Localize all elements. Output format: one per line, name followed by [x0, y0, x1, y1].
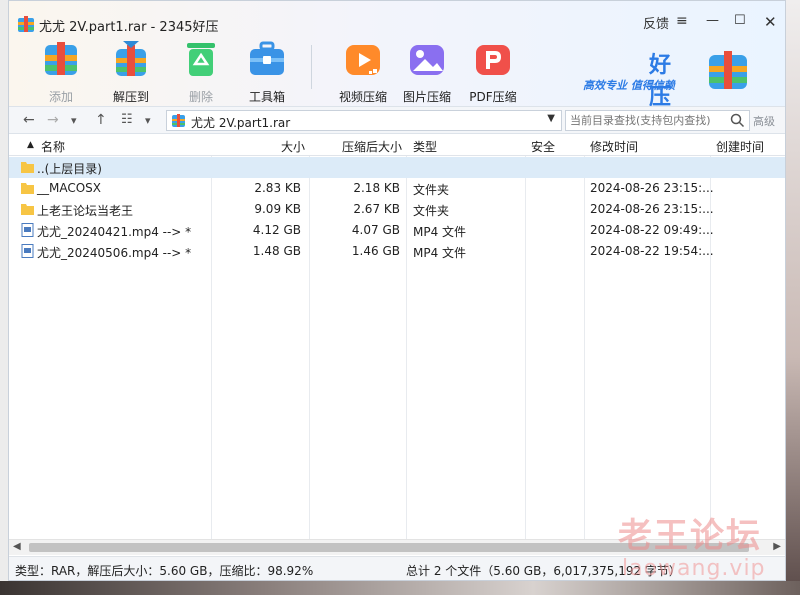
add-button[interactable]: 添加 [31, 39, 91, 105]
file-name: 尤尤_20240421.mp4 --> * [37, 225, 192, 239]
brand-logo-icon [709, 51, 747, 89]
forward-arrow-icon[interactable]: → [47, 112, 59, 128]
delete-label: 删除 [188, 90, 213, 104]
desktop-background-right [786, 0, 800, 595]
feedback-button[interactable]: 反馈 [643, 13, 669, 32]
file-size: 1.48 GB [252, 244, 301, 258]
path-field[interactable]: 尤尤 2V.part1.rar ▼ [166, 110, 562, 131]
view-mode-dropdown-icon[interactable]: ▾ [145, 114, 151, 127]
maximize-button[interactable]: ☐ [734, 13, 746, 28]
scroll-left-icon[interactable]: ◀ [13, 541, 21, 552]
pdf-compress-label: PDF压缩 [469, 90, 517, 104]
column-header-security[interactable]: 安全 [531, 138, 555, 155]
path-text: 尤尤 2V.part1.rar [191, 116, 291, 130]
extract-archive-icon [116, 41, 146, 76]
file-size: 9.09 KB [254, 202, 301, 216]
video-file-icon [21, 244, 34, 258]
address-bar: ← → ▾ ↑ ☷ ▾ 尤尤 2V.part1.rar ▼ 高级 [9, 106, 785, 134]
desktop-background-left [0, 0, 8, 595]
file-name: 尤尤_20240506.mp4 --> * [37, 246, 192, 260]
column-header-type[interactable]: 类型 [413, 138, 437, 155]
column-header-size[interactable]: 大小 [281, 138, 305, 155]
archive-window: 尤尤 2V.part1.rar - 2345好压 反馈 ≡ — ☐ ✕ 添加 解… [8, 0, 786, 581]
file-name: 上老王论坛当老王 [37, 204, 134, 218]
rar-file-icon [172, 114, 185, 127]
video-compress-button[interactable]: 视频压缩 [333, 39, 393, 105]
view-mode-icon[interactable]: ☷ [121, 112, 133, 127]
archive-app-icon [18, 16, 34, 32]
advanced-search-button[interactable]: 高级 [753, 113, 775, 129]
file-type: MP4 文件 [413, 246, 467, 260]
file-size: 2.83 KB [254, 181, 301, 195]
toolbox-button[interactable]: 工具箱 [237, 39, 297, 105]
video-compress-label: 视频压缩 [338, 90, 387, 104]
file-name: __MACOSX [37, 181, 102, 195]
folder-icon [21, 183, 34, 194]
toolbox-label: 工具箱 [248, 90, 285, 104]
packed-size: 2.18 KB [353, 181, 400, 195]
column-header-packed-size[interactable]: 压缩后大小 [342, 138, 402, 155]
video-file-icon [21, 223, 34, 237]
image-compress-label: 图片压缩 [402, 90, 451, 104]
sort-ascending-icon: ▲ [27, 140, 34, 150]
search-field[interactable] [565, 110, 750, 131]
column-header-created[interactable]: 创建时间 [716, 138, 764, 155]
image-compress-icon [410, 45, 444, 75]
table-header: ▲ 名称 大小 压缩后大小 类型 安全 修改时间 创建时间 [9, 134, 785, 156]
window-title: 尤尤 2V.part1.rar - 2345好压 [39, 20, 219, 35]
menu-icon[interactable]: ≡ [676, 13, 688, 29]
table-row[interactable]: 尤尤_20240421.mp4 --> * 4.12 GB 4.07 GB MP… [9, 220, 785, 241]
minimize-button[interactable]: — [706, 13, 719, 28]
folder-icon [21, 162, 34, 173]
table-row[interactable]: __MACOSX 2.83 KB 2.18 KB 文件夹 2024-08-26 … [9, 178, 785, 199]
brand-slogan: 高效专业 值得信赖 [583, 79, 675, 92]
toolbar-divider [311, 45, 312, 89]
pdf-compress-icon [476, 45, 510, 75]
close-button[interactable]: ✕ [764, 13, 777, 31]
add-label: 添加 [48, 90, 73, 104]
watermark-title: 老王论坛 [618, 516, 762, 556]
recycle-bin-icon [187, 43, 215, 76]
pdf-compress-button[interactable]: PDF压缩 [463, 39, 523, 105]
file-name: ..(上层目录) [37, 162, 102, 176]
path-dropdown-icon[interactable]: ▼ [547, 113, 555, 124]
desktop-background-bottom [0, 581, 800, 595]
column-header-name[interactable]: 名称 [41, 138, 65, 155]
packed-size: 1.46 GB [351, 244, 400, 258]
file-type: 文件夹 [413, 183, 450, 197]
back-arrow-icon[interactable]: ← [23, 112, 35, 128]
modified-time: 2024-08-22 09:49:... [590, 223, 714, 237]
scroll-right-icon[interactable]: ▶ [773, 541, 781, 552]
search-icon[interactable] [730, 113, 745, 128]
packed-size: 2.67 KB [353, 202, 400, 216]
packed-size: 4.07 GB [351, 223, 400, 237]
table-row[interactable]: ..(上层目录) [9, 157, 785, 178]
watermark-url: laowang.vip [622, 556, 766, 581]
header: 尤尤 2V.part1.rar - 2345好压 反馈 ≡ — ☐ ✕ 添加 解… [9, 1, 785, 110]
search-input[interactable] [570, 113, 720, 128]
history-dropdown-icon[interactable]: ▾ [71, 114, 77, 127]
file-type: MP4 文件 [413, 225, 467, 239]
video-compress-icon [346, 45, 380, 75]
file-size: 4.12 GB [252, 223, 301, 237]
extract-to-button[interactable]: 解压到 [101, 39, 161, 105]
title-bar[interactable]: 尤尤 2V.part1.rar - 2345好压 反馈 ≡ — ☐ ✕ [9, 1, 785, 37]
delete-button[interactable]: 删除 [171, 39, 231, 105]
modified-time: 2024-08-26 23:15:... [590, 202, 714, 216]
column-header-modified[interactable]: 修改时间 [590, 138, 638, 155]
file-list: ▲ 名称 大小 压缩后大小 类型 安全 修改时间 创建时间 ..(上层目录) _… [9, 134, 785, 539]
extract-to-label: 解压到 [112, 90, 149, 104]
file-type: 文件夹 [413, 204, 450, 218]
table-row[interactable]: 尤尤_20240506.mp4 --> * 1.48 GB 1.46 GB MP… [9, 241, 785, 262]
table-row[interactable]: 上老王论坛当老王 9.09 KB 2.67 KB 文件夹 2024-08-26 … [9, 199, 785, 220]
folder-icon [21, 204, 34, 215]
archive-info: 类型：RAR，解压后大小：5.60 GB，压缩比：98.92% [15, 564, 314, 578]
modified-time: 2024-08-26 23:15:... [590, 181, 714, 195]
toolbox-icon [250, 41, 284, 75]
add-archive-icon [45, 42, 77, 75]
modified-time: 2024-08-22 19:54:... [590, 244, 714, 258]
up-arrow-icon[interactable]: ↑ [95, 112, 107, 128]
image-compress-button[interactable]: 图片压缩 [397, 39, 457, 105]
